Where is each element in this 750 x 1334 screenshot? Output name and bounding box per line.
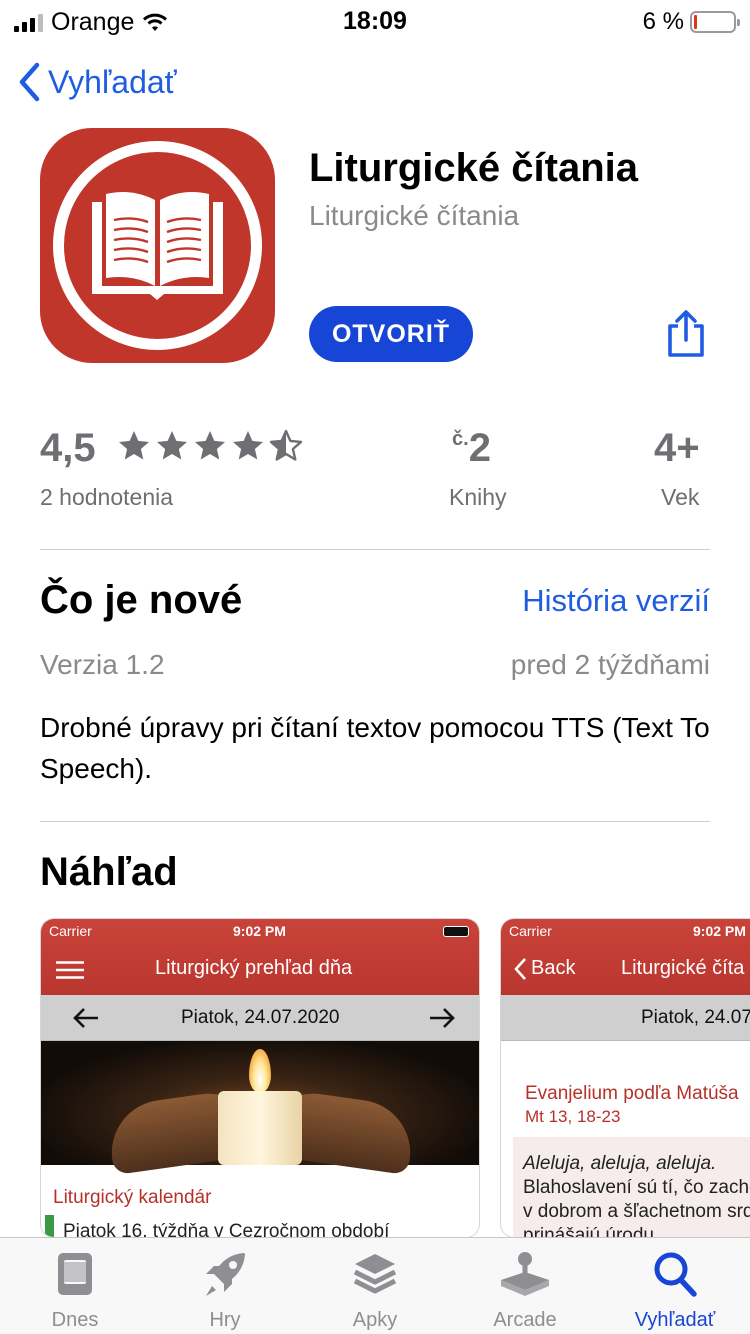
status-bar: Orange 18:09 6 % bbox=[0, 0, 750, 42]
screenshot-heading: Evanjelium podľa Matúša bbox=[525, 1083, 739, 1104]
screenshot-title: Liturgické číta bbox=[621, 957, 745, 979]
age-label: Vek bbox=[661, 484, 700, 510]
chart-rank: č.2 bbox=[452, 426, 491, 471]
star-icon bbox=[195, 431, 225, 460]
rocket-icon bbox=[206, 1253, 245, 1296]
clock: 18:09 bbox=[343, 7, 407, 35]
menu-icon bbox=[56, 961, 84, 979]
screenshot-2[interactable]: Carrier 9:02 PM Back Liturgické číta Pia… bbox=[500, 918, 750, 1238]
tab-today[interactable]: Dnes bbox=[0, 1238, 150, 1334]
app-title: Liturgické čítania bbox=[309, 146, 638, 190]
screenshot-time: 9:02 PM bbox=[233, 923, 286, 939]
star-icon bbox=[119, 431, 149, 460]
share-button[interactable] bbox=[664, 310, 708, 363]
screenshot-carrier: Carrier bbox=[509, 923, 552, 939]
screenshot-section: Liturgický kalendár bbox=[53, 1187, 212, 1208]
back-button[interactable]: Vyhľadať bbox=[18, 62, 177, 102]
star-icon bbox=[157, 431, 187, 460]
screenshot-reference: Mt 13, 18-23 bbox=[525, 1107, 621, 1126]
arrow-right-icon bbox=[430, 1008, 455, 1028]
rating-value: 4,5 bbox=[40, 426, 96, 470]
app-developer[interactable]: Liturgické čítania bbox=[309, 200, 519, 232]
screenshot-date: Piatok, 24.07.2020 bbox=[181, 1007, 340, 1028]
share-icon bbox=[668, 310, 704, 357]
tab-search[interactable]: Vyhľadať bbox=[600, 1238, 750, 1334]
today-icon bbox=[58, 1253, 92, 1295]
preview-heading: Náhľad bbox=[40, 850, 178, 894]
divider bbox=[40, 821, 710, 822]
screenshot-title: Liturgický prehľad dňa bbox=[155, 957, 353, 979]
version-label: Verzia 1.2 bbox=[40, 649, 165, 680]
joystick-icon bbox=[501, 1252, 549, 1296]
rating-count: 2 hodnotenia bbox=[40, 484, 174, 510]
tab-label: Dnes bbox=[51, 1309, 99, 1331]
search-icon bbox=[654, 1252, 697, 1297]
rank-prefix: č. bbox=[452, 428, 469, 450]
divider bbox=[40, 549, 710, 550]
rank-value: 2 bbox=[468, 426, 491, 470]
battery-icon bbox=[690, 11, 740, 33]
version-history-link[interactable]: História verzií bbox=[522, 583, 710, 619]
whats-new-heading: Čo je nové bbox=[40, 578, 243, 622]
tab-arcade[interactable]: Arcade bbox=[450, 1238, 600, 1334]
chevron-left-icon bbox=[514, 958, 526, 980]
age-rating: 4+ bbox=[654, 426, 700, 470]
battery-percent: 6 % bbox=[642, 8, 684, 35]
tab-label: Apky bbox=[352, 1309, 398, 1331]
screenshot-line: Aleluja, aleluja, aleluja. bbox=[523, 1153, 717, 1174]
star-icon bbox=[233, 431, 263, 460]
release-notes: Drobné úpravy pri čítaní textov pomocou … bbox=[40, 712, 710, 784]
screenshot-back: Back bbox=[531, 957, 576, 979]
status-right: 6 % bbox=[642, 8, 740, 36]
screenshot-1[interactable]: Carrier 9:02 PM Liturgický prehľad dňa P… bbox=[40, 918, 480, 1238]
screenshot-carrier: Carrier bbox=[49, 923, 92, 939]
tab-bar: Dnes Hry Apky Arcade Vyhľadať bbox=[0, 1237, 750, 1334]
open-button[interactable]: OTVORIŤ bbox=[309, 306, 473, 362]
tab-label: Hry bbox=[209, 1309, 241, 1331]
tab-label: Vyhľadať bbox=[634, 1309, 716, 1331]
battery-icon bbox=[443, 926, 469, 937]
screenshot-line: v dobrom a šľachetnom srd bbox=[523, 1201, 750, 1222]
chevron-left-icon bbox=[19, 62, 40, 102]
arrow-left-icon bbox=[73, 1008, 98, 1028]
screenshot-item: Piatok 16. týždňa v Cezročnom období bbox=[63, 1221, 390, 1238]
screenshot-date: Piatok, 24.07 bbox=[641, 1007, 750, 1028]
back-label: Vyhľadať bbox=[48, 63, 177, 100]
tab-label: Arcade bbox=[493, 1309, 557, 1331]
screenshot-time: 9:02 PM bbox=[693, 923, 746, 939]
version-date: pred 2 týždňami bbox=[510, 649, 710, 680]
tab-apps[interactable]: Apky bbox=[300, 1238, 450, 1334]
half-star-icon bbox=[269, 429, 303, 461]
rank-category: Knihy bbox=[449, 484, 507, 510]
screenshot-line: Blahoslavení sú tí, čo zacho bbox=[523, 1177, 750, 1198]
app-icon bbox=[40, 128, 275, 363]
book-icon bbox=[92, 192, 223, 300]
rating-stars bbox=[116, 428, 304, 464]
layers-icon bbox=[353, 1254, 397, 1294]
tab-games[interactable]: Hry bbox=[150, 1238, 300, 1334]
candle-photo bbox=[41, 1041, 479, 1176]
